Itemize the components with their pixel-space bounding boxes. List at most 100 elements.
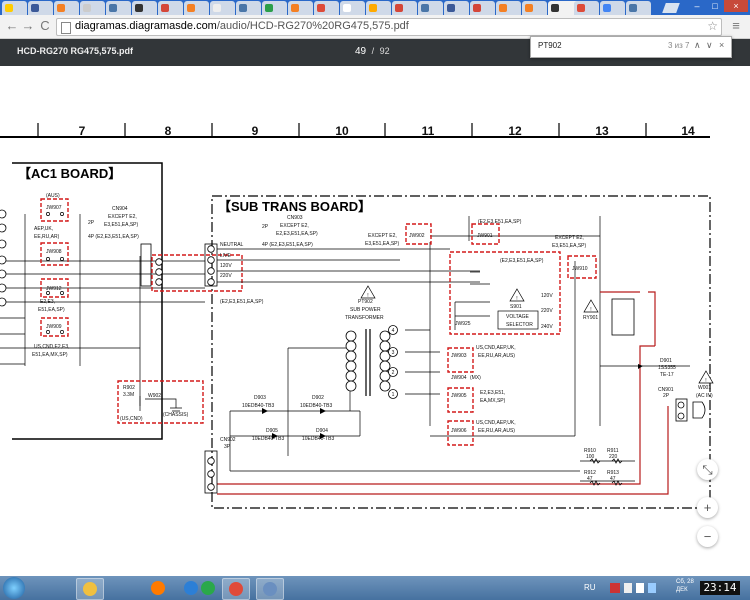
bookmark-star-icon[interactable]: ☆ [707,19,718,33]
browser-tab[interactable] [236,1,261,15]
page-icon [61,22,71,34]
label-cn903-4p: 4P (E2,E3,E51,EA,SP) [262,242,313,248]
day: Сб, 28 [676,579,694,585]
label-d903: D903 [254,395,266,401]
new-tab-button[interactable] [662,3,680,13]
tab-favicon-icon [213,4,221,12]
relay-ry901 [611,298,635,336]
browser-tab[interactable] [392,1,417,15]
label-w001: W001 [698,385,711,391]
browser-tab[interactable] [418,1,443,15]
taskbar-explorer-icon[interactable] [76,578,104,600]
close-window-button[interactable]: × [724,0,748,12]
label-cn903-e3: E2,E3,E51,EA,SP) [276,231,318,237]
back-button[interactable]: ← [4,18,20,34]
browser-tab[interactable] [626,1,651,15]
chrome-menu-icon[interactable]: ≡ [728,18,744,34]
tab-favicon-icon [135,4,143,12]
sub-trans-wiring [217,216,690,482]
taskbar-media-icon[interactable] [256,578,284,600]
label-aep-uk: AEP,UK, [34,226,53,232]
language-indicator[interactable]: RU [584,583,596,592]
tab-favicon-icon [369,4,377,12]
browser-tab[interactable] [600,1,625,15]
label-jw904: JW904 [451,375,467,381]
browser-tab[interactable] [522,1,547,15]
label-cn904: CN904 [112,206,128,212]
find-next-button[interactable]: ∨ [706,40,713,51]
browser-tab[interactable] [262,1,287,15]
minimize-button[interactable]: – [688,0,706,12]
browser-tab[interactable] [496,1,521,15]
browser-tab[interactable] [340,1,365,15]
tab-favicon-icon [629,4,637,12]
browser-tab-strip: × [0,0,750,15]
total-pages: 92 [379,46,390,56]
label-jw905: JW905 [451,393,467,399]
find-prev-button[interactable]: ∧ [694,40,701,51]
start-button[interactable] [3,577,25,599]
label-except-e2: EXCEPT E2, [368,233,397,239]
browser-tab[interactable] [444,1,469,15]
clock[interactable]: 23:14 [700,581,740,595]
pin-4: 4 [392,328,395,334]
find-input[interactable]: PT902 [538,41,562,50]
pdf-title: HCD-RG270 RG475,575.pdf [17,46,134,56]
label-jw903-r2: EE,RU,AR,AUS) [478,353,515,359]
taskbar-chrome-icon[interactable] [222,578,250,600]
browser-tab[interactable] [80,1,105,15]
label-jw902: JW902 [409,233,425,239]
tray-icons[interactable] [610,583,666,593]
tab-favicon-icon [421,4,429,12]
label-sv240: 240V [541,324,553,330]
label-voltage: VOLTAGE [506,314,530,320]
label-w902: W902 [148,393,161,399]
label-cn904-e3: E3,E51,EA,SP) [104,222,139,228]
zoom-in-button[interactable]: + [697,497,718,518]
maximize-button[interactable]: □ [706,0,724,12]
label-neutral: NEUTRAL [220,242,244,248]
taskbar-firefox-icon[interactable] [145,578,171,598]
browser-tab[interactable] [366,1,391,15]
label-d905-type: 10EDB40-TB3 [252,436,284,442]
browser-tab[interactable] [314,1,339,15]
cn904-terminals [155,258,163,286]
browser-tab[interactable] [106,1,131,15]
ac1-board-frame [12,162,163,440]
browser-tab[interactable] [470,1,495,15]
fit-page-button[interactable]: ⤡ [697,459,718,480]
label-transformer: TRANSFORMER [345,315,384,321]
label-ac-in: (AC IN) [696,393,713,399]
cn903-terminals [207,245,215,286]
browser-tab[interactable] [54,1,79,15]
browser-tab[interactable] [2,1,27,15]
tab-favicon-icon [447,4,455,12]
label-220v: 220V [220,273,232,279]
taskbar-app-icon[interactable] [195,578,221,598]
ac-plug-icon [692,401,706,419]
browser-tab[interactable] [574,1,599,15]
tab-favicon-icon [395,4,403,12]
label-cn904-except: EXCEPT E2, [108,214,137,220]
browser-tab[interactable] [158,1,183,15]
label-d902-type: 10EDB40-TB3 [300,403,332,409]
warning-mark: ! [705,378,706,384]
address-bar[interactable]: diagramas.diagramasde.com/audio/HCD-RG27… [56,18,722,36]
label-jw903-r1: US,CND,AEP,UK, [476,345,516,351]
column-label: 7 [79,124,86,138]
forward-button[interactable]: → [20,18,36,34]
sub-trans-board-title: 【SUB TRANS BOARD】 [218,199,371,214]
reload-button[interactable]: C [37,18,53,34]
find-close-button[interactable]: × [719,40,724,50]
browser-tab[interactable] [28,1,53,15]
browser-tab[interactable] [210,1,235,15]
label-chassis: (CHASSIS) [163,412,189,418]
tab-favicon-icon [57,4,65,12]
zoom-out-button[interactable]: − [697,526,718,547]
warning-mark: ! [590,307,591,313]
browser-tab[interactable] [288,1,313,15]
browser-tab[interactable] [132,1,157,15]
label-live: LIVE [220,253,232,259]
browser-tab[interactable] [184,1,209,15]
current-page[interactable]: 49 [355,46,366,57]
